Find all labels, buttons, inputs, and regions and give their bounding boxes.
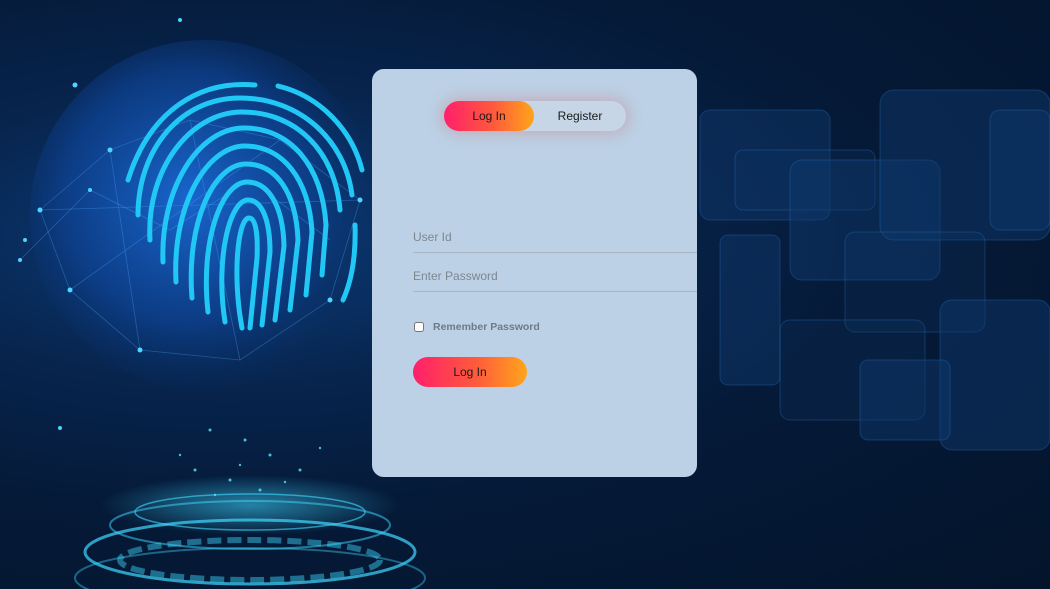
password-input[interactable]: [413, 261, 697, 292]
register-tab[interactable]: Register: [536, 101, 624, 131]
floating-panels: [699, 89, 1050, 451]
login-tab[interactable]: Log In: [444, 101, 534, 131]
remember-password-label: Remember Password: [433, 321, 540, 333]
login-button[interactable]: Log In: [413, 357, 527, 387]
user-id-input[interactable]: [413, 222, 697, 253]
remember-password-row: Remember Password: [413, 319, 540, 335]
remember-password-checkbox[interactable]: [414, 322, 424, 332]
auth-mode-toggle: Log In Register: [444, 101, 626, 131]
login-card: Log In Register Remember Password Log In: [372, 69, 697, 477]
login-page: Log In Register Remember Password Log In: [0, 0, 1050, 589]
